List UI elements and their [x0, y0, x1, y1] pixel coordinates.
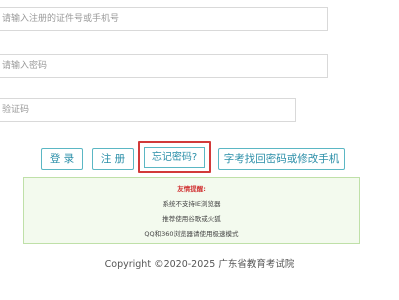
register-button[interactable]: 注 册 — [92, 148, 134, 170]
password-text-input[interactable] — [2, 55, 327, 77]
password-input[interactable] — [0, 54, 328, 78]
notice-box: 友情提醒: 系统不支持IE浏览器 推荐使用谷歌或火狐 QQ和360浏览器请使用极… — [23, 177, 360, 244]
notice-line: 推荐使用谷歌或火狐 — [162, 215, 221, 223]
forgot-password-button[interactable]: 忘记密码? — [144, 147, 205, 168]
notice-line: QQ和360浏览器请使用极速模式 — [144, 230, 239, 238]
recover-password-button[interactable]: 字考找回密码或修改手机 — [218, 148, 345, 170]
captcha-input[interactable] — [0, 98, 296, 122]
notice-title: 友情提醒: — [177, 185, 206, 193]
login-button[interactable]: 登 录 — [41, 148, 83, 170]
id-number-input[interactable] — [0, 7, 328, 31]
captcha-text-input[interactable] — [2, 99, 295, 121]
notice-line: 系统不支持IE浏览器 — [162, 200, 221, 208]
id-number-text-input[interactable] — [2, 8, 327, 30]
highlight-box: 忘记密码? — [138, 141, 211, 173]
copyright-text: Copyright ©2020-2025 广东省教育考试院 — [104, 259, 295, 270]
